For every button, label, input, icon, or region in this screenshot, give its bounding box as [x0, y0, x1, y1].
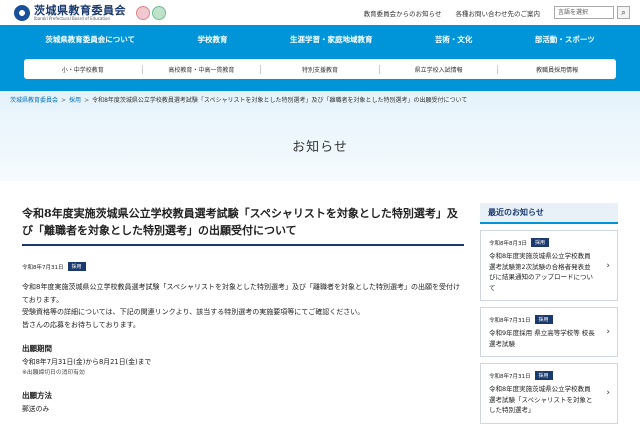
top-header: 茨城県教育委員会 Ibaraki Prefectural Board of Ed…	[0, 0, 640, 25]
news-title: 令和8年度実施茨城県公立学校教員選考試験「スペシャリストを対象とした特別選考」	[489, 385, 593, 414]
nav-item-lifelong-learning[interactable]: 生涯学習・家庭地域教育	[290, 34, 373, 45]
news-meta: 令和8年7月31日 採用	[489, 371, 595, 380]
news-item[interactable]: 令和8年8月3日 採用 令和8年度実施茨城県公立学校教員選考試験第2次試験の合格…	[480, 230, 618, 301]
article-paragraph: 受験資格等の詳細については、下記の関連リンクより、該当する特別選考の実施要項等に…	[22, 308, 365, 316]
site-logo[interactable]: 茨城県教育委員会 Ibaraki Prefectural Board of Ed…	[14, 3, 166, 21]
news-date: 令和8年8月3日	[489, 240, 527, 247]
breadcrumb-home[interactable]: 茨城県教育委員会	[10, 97, 58, 104]
period-heading: 出願期間	[22, 344, 52, 353]
subnav-item-special-needs[interactable]: 特別支援教育	[261, 64, 380, 74]
logo-subtitle: Ibaraki Prefectural Board of Education	[34, 15, 111, 21]
article-title: 令和8年度実施茨城県公立学校教員選考試験「スペシャリストを対象とした特別選考」及…	[22, 205, 464, 246]
article-paragraph: 令和8年度実施茨城県公立学校教員選考試験「スペシャリストを対象とした特別選考」及…	[22, 283, 460, 304]
subnav-item-high-school[interactable]: 高校教育・中高一貫教育	[143, 64, 262, 74]
news-title: 令和8年度実施茨城県公立学校教員選考試験第2次試験の合格者発表並びに結果通知のア…	[489, 252, 593, 292]
breadcrumb-recruitment[interactable]: 採用	[69, 97, 81, 104]
news-item[interactable]: 令和8年7月31日 採用 令和9年度採用 県立高等学校等 校長選考試験 ›	[480, 307, 618, 357]
subnav-item-elementary[interactable]: 小・中学校教育	[24, 64, 143, 74]
article: 令和8年度実施茨城県公立学校教員選考試験「スペシャリストを対象とした特別選考」及…	[22, 205, 464, 424]
period-note: ※出願締切日の消印有効	[22, 370, 85, 376]
global-nav: 茨城県教育委員会について 学校教育 生涯学習・家庭地域教育 芸術・文化 部活動・…	[0, 25, 640, 91]
sidebar: 最近のお知らせ 令和8年8月3日 採用 令和8年度実施茨城県公立学校教員選考試験…	[480, 203, 618, 424]
news-item[interactable]: 令和8年7月31日 採用 令和8年度実施茨城県公立学校教員選考試験「スペシャリス…	[480, 363, 618, 424]
nav-item-about[interactable]: 茨城県教育委員会について	[45, 34, 135, 45]
page-hero: お知らせ	[0, 109, 640, 181]
breadcrumb-current: 令和8年度茨城県公立学校教員選考試験「スペシャリストを対象とした特別選考」及び「…	[92, 97, 468, 104]
method-text: 郵送のみ	[22, 405, 50, 413]
language-select-input[interactable]: 言語を選択	[554, 6, 614, 19]
period-text: 令和8年7月31日(金)から8月21日(金)まで	[22, 358, 152, 366]
subnav-item-recruitment[interactable]: 教職員採用情報	[498, 65, 616, 74]
category-badge: 採用	[67, 262, 86, 271]
category-badge: 採用	[534, 371, 553, 380]
logo-title: 茨城県教育委員会	[34, 3, 126, 17]
nav-item-sports[interactable]: 部活動・スポーツ	[535, 34, 595, 45]
category-badge: 採用	[534, 315, 553, 324]
news-meta: 令和8年8月3日 採用	[489, 238, 595, 247]
news-title: 令和9年度採用 県立高等学校等 校長選考試験	[489, 329, 595, 348]
breadcrumb: 茨城県教育委員会 > 採用 > 令和8年度茨城県公立学校教員選考試験「スペシャリストを対…	[0, 91, 640, 109]
news-date: 令和8年7月31日	[489, 317, 531, 324]
article-body: 令和8年度実施茨城県公立学校教員選考試験「スペシャリストを対象とした特別選考」及…	[22, 281, 464, 331]
page-title: お知らせ	[292, 139, 348, 155]
mascot-icon	[152, 5, 166, 20]
category-badge: 採用	[531, 238, 550, 247]
news-meta: 令和8年7月31日 採用	[489, 315, 595, 324]
news-date: 令和8年7月31日	[489, 373, 531, 380]
breadcrumb-separator: >	[84, 97, 90, 104]
language-select: 言語を選択 ⌕	[554, 6, 630, 19]
nav-item-arts-culture[interactable]: 芸術・文化	[435, 34, 473, 45]
mascot-icon	[136, 5, 150, 20]
sub-nav: 小・中学校教育 高校教育・中高一貫教育 特別支援教育 県立学校入試情報 教職員採…	[24, 59, 616, 79]
header-link-notices[interactable]: 教育委員会からのお知らせ	[364, 8, 442, 18]
mascot-images	[136, 5, 166, 20]
article-paragraph: 皆さんの応募をお待ちしております。	[22, 320, 140, 329]
chevron-right-icon: ›	[606, 327, 610, 337]
subnav-item-admissions[interactable]: 県立学校入試情報	[380, 64, 499, 74]
logo-emblem-icon	[14, 4, 30, 21]
search-icon[interactable]: ⌕	[617, 6, 630, 19]
breadcrumb-separator: >	[61, 97, 67, 104]
sidebar-heading: 最近のお知らせ	[480, 203, 618, 224]
nav-item-school-education[interactable]: 学校教育	[197, 34, 227, 45]
header-link-contacts[interactable]: 各種お問い合わせ先のご案内	[456, 8, 541, 18]
article-meta: 令和8年7月31日 採用	[22, 262, 464, 271]
chevron-right-icon: ›	[606, 388, 610, 399]
article-date: 令和8年7月31日	[22, 264, 64, 271]
method-heading: 出願方法	[22, 391, 52, 400]
chevron-right-icon: ›	[606, 260, 610, 271]
